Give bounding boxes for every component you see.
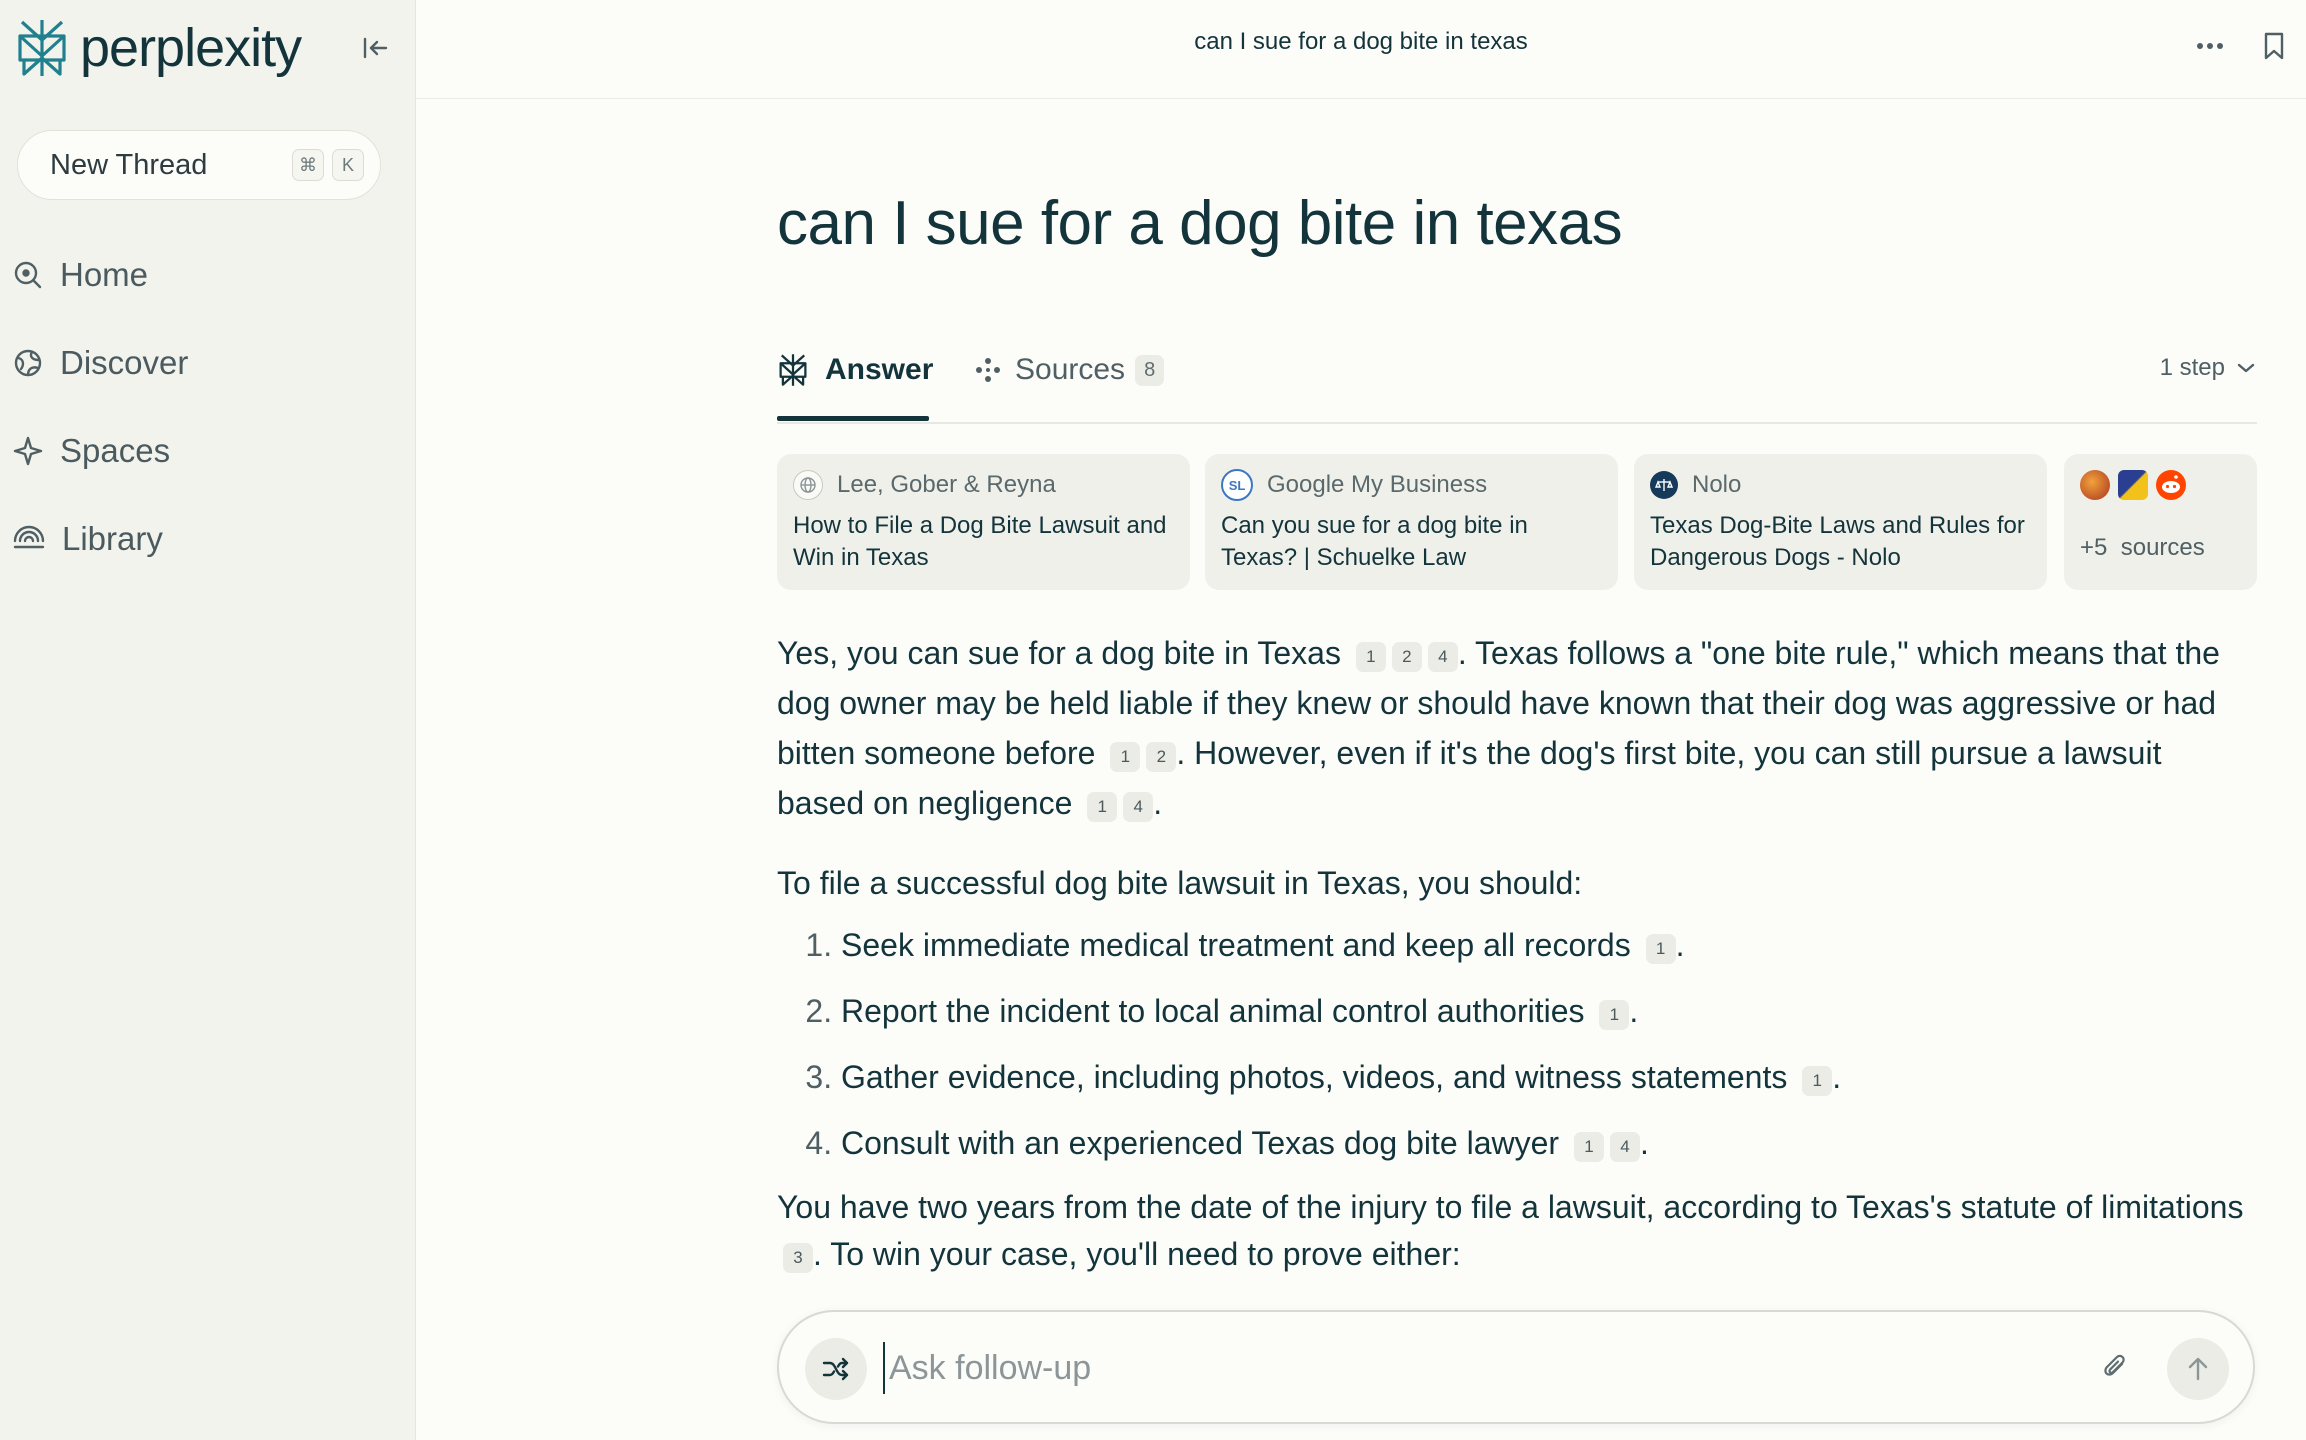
brand-logo[interactable]: perplexity	[14, 16, 302, 80]
citation[interactable]: 1	[1110, 742, 1141, 772]
perplexity-logo-icon	[18, 20, 66, 76]
ellipsis-icon	[2197, 43, 2223, 49]
citation[interactable]: 4	[1609, 1132, 1640, 1162]
brand-name: perplexity	[80, 18, 302, 78]
tab-sources-label: Sources	[1015, 353, 1126, 386]
collapse-sidebar-button[interactable]	[358, 30, 394, 66]
tab-answer[interactable]: Answer	[777, 348, 933, 392]
citation[interactable]: 1	[1355, 642, 1386, 672]
citation[interactable]: 1	[1573, 1132, 1604, 1162]
answer-intro: To file a successful dog bite lawsuit in…	[777, 865, 1583, 901]
chevron-down-icon	[2237, 363, 2255, 373]
answer-paragraph: You have two years from the date of the …	[777, 1184, 2257, 1278]
source-card[interactable]: Nolo Texas Dog-Bite Laws and Rules for D…	[1634, 454, 2047, 590]
source-favicon-icon	[2080, 470, 2110, 500]
sources-icon	[976, 358, 1000, 382]
source-cards: Lee, Gober & Reyna How to File a Dog Bit…	[777, 454, 2257, 590]
follow-up-bar	[777, 1310, 2255, 1424]
citation[interactable]: 4	[1123, 792, 1154, 822]
list-item-text: Seek immediate medical treatment and kee…	[841, 927, 1631, 963]
source-name: Lee, Gober & Reyna	[837, 471, 1056, 498]
list-item-text: Report the incident to local animal cont…	[841, 993, 1585, 1029]
answer-text: You have two years from the date of the …	[777, 1189, 2244, 1225]
nolo-scales-favicon-icon	[1650, 471, 1678, 499]
more-sources-count: +5	[2080, 534, 2108, 561]
shortcut-key-cmd: ⌘	[292, 149, 324, 181]
list-item: Gather evidence, including photos, video…	[841, 1052, 2257, 1102]
home-search-icon	[14, 261, 42, 289]
sidebar: perplexity New Thread ⌘ K Home Discover …	[0, 0, 416, 1440]
new-thread-button[interactable]: New Thread ⌘ K	[17, 130, 381, 200]
sparkle-icon	[13, 436, 43, 466]
source-title: Can you sue for a dog bite in Texas? | S…	[1221, 512, 1528, 571]
reddit-icon	[2156, 470, 2186, 500]
answer-text: Yes, you can sue for a dog bite in Texas	[777, 635, 1341, 671]
paperclip-icon	[2104, 1354, 2125, 1376]
citation[interactable]: 4	[1427, 642, 1458, 672]
source-name: Nolo	[1692, 471, 1742, 498]
citation[interactable]: 1	[1645, 934, 1676, 964]
list-item: Consult with an experienced Texas dog bi…	[841, 1118, 2257, 1168]
sidebar-item-library[interactable]: Library	[12, 514, 163, 564]
source-title: Texas Dog-Bite Laws and Rules for Danger…	[1650, 512, 2025, 571]
source-name: Google My Business	[1267, 471, 1488, 498]
bookmark-icon	[2264, 32, 2284, 60]
more-sources-label: +5 sources	[2080, 534, 2241, 562]
citation[interactable]: 1	[1802, 1066, 1833, 1096]
list-item: Report the incident to local animal cont…	[841, 986, 2257, 1036]
list-item-text: Gather evidence, including photos, video…	[841, 1059, 1788, 1095]
sidebar-item-label: Home	[60, 256, 149, 293]
answer-body: Yes, you can sue for a dog bite in Texas…	[777, 628, 2257, 1278]
sources-count-badge: 8	[1135, 354, 1165, 386]
answer-text: .	[1153, 785, 1163, 821]
globe-icon	[14, 349, 42, 377]
list-item: Seek immediate medical treatment and kee…	[841, 920, 2257, 970]
source-favicon-icon	[2118, 470, 2148, 500]
citation[interactable]: 1	[1087, 792, 1118, 822]
more-sources-text: sources	[2120, 534, 2205, 561]
answer-steps-list: Seek immediate medical treatment and kee…	[777, 920, 2257, 1168]
shuffle-icon	[822, 1357, 849, 1381]
source-card[interactable]: Lee, Gober & Reyna How to File a Dog Bit…	[777, 454, 1190, 590]
sidebar-item-label: Spaces	[60, 432, 171, 469]
shortcut-key-k: K	[332, 149, 364, 181]
focus-mode-button[interactable]	[805, 1338, 867, 1400]
more-options-button[interactable]	[2190, 28, 2230, 64]
bookmark-button[interactable]	[2256, 26, 2292, 66]
arrow-up-icon	[2188, 1357, 2208, 1381]
follow-up-input[interactable]	[883, 1342, 2071, 1394]
more-sources-card[interactable]: +5 sources	[2064, 454, 2257, 590]
sidebar-item-discover[interactable]: Discover	[12, 338, 188, 388]
citation[interactable]: 2	[1146, 742, 1177, 772]
answer-text: . To win your case, you'll need to prove…	[813, 1236, 1461, 1272]
sidebar-item-spaces[interactable]: Spaces	[12, 426, 170, 476]
source-card[interactable]: SL Google My Business Can you sue for a …	[1205, 454, 1618, 590]
tab-sources[interactable]: Sources 8	[975, 348, 1165, 392]
sidebar-item-home[interactable]: Home	[12, 250, 148, 300]
sidebar-item-label: Discover	[60, 344, 189, 381]
list-item-text: Consult with an experienced Texas dog bi…	[841, 1125, 1560, 1161]
collapse-left-icon	[363, 37, 388, 59]
attach-button[interactable]	[2095, 1348, 2135, 1388]
citation[interactable]: 1	[1599, 1000, 1630, 1030]
perplexity-answer-icon	[779, 354, 807, 386]
result-tabs: Answer Sources 8 1 step	[777, 332, 2257, 424]
citation[interactable]: 3	[783, 1243, 813, 1273]
tab-answer-label: Answer	[825, 353, 934, 386]
submit-button[interactable]	[2167, 1338, 2229, 1400]
thread-title: can I sue for a dog bite in texas	[1194, 28, 1528, 55]
thread-header: can I sue for a dog bite in texas	[416, 0, 2306, 99]
citation[interactable]: 2	[1391, 642, 1422, 672]
new-thread-label: New Thread	[50, 148, 208, 181]
library-icon	[13, 525, 45, 549]
query-title: can I sue for a dog bite in texas	[777, 189, 1623, 258]
steps-label: 1 step	[2159, 354, 2225, 381]
answer-paragraph: Yes, you can sue for a dog bite in Texas…	[777, 628, 2257, 828]
sidebar-item-label: Library	[62, 520, 163, 557]
active-tab-indicator	[777, 416, 929, 421]
schuelke-law-favicon-icon: SL	[1221, 469, 1253, 501]
globe-favicon-icon	[793, 470, 823, 500]
source-title: How to File a Dog Bite Lawsuit and Win i…	[793, 512, 1167, 571]
steps-toggle[interactable]: 1 step	[2160, 354, 2257, 382]
